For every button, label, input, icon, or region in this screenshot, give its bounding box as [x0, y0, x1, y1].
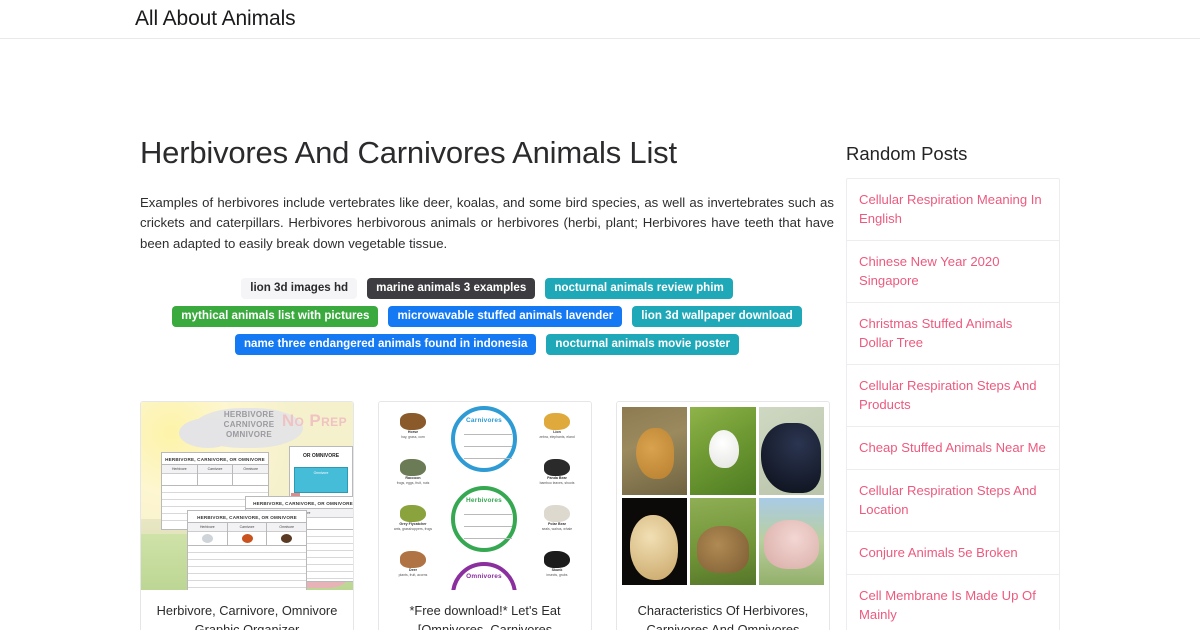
photo-white-rat: [690, 407, 756, 495]
tag-chip[interactable]: mythical animals list with pictures: [172, 306, 379, 328]
tag-chip-list: lion 3d images hd marine animals 3 exampl…: [140, 278, 834, 356]
photo-labrador-dog: [622, 497, 688, 586]
random-posts-list: Cellular Respiration Meaning In English C…: [846, 178, 1060, 630]
tag-chip[interactable]: lion 3d images hd: [241, 278, 358, 300]
site-header: All About Animals: [0, 0, 1200, 39]
herbivore-carnivore-omnivore-worksheet-thumbnail: HERBIVORE CARNIVORE OMNIVORE No Prep HERBIVO…: [141, 402, 353, 591]
card-caption: Herbivore, Carnivore, Omnivore Graphic O…: [156, 603, 338, 630]
random-post-link[interactable]: Christmas Stuffed Animals Dollar Tree: [859, 314, 1047, 352]
page-title: Herbivores And Carnivores Animals List: [140, 135, 677, 170]
card-caption: *Free download!* Let's Eat [Omnivores, C…: [409, 603, 561, 630]
page-body: Herbivores And Carnivores Animals List E…: [0, 39, 1200, 630]
card-caption: Characteristics Of Herbivores, Carnivore…: [637, 603, 809, 630]
random-post-item[interactable]: Cellular Respiration Steps And Products: [847, 365, 1059, 427]
random-post-link[interactable]: Conjure Animals 5e Broken: [859, 543, 1047, 562]
tag-chip[interactable]: lion 3d wallpaper download: [632, 306, 802, 328]
random-post-link[interactable]: Cheap Stuffed Animals Near Me: [859, 438, 1047, 457]
animal-photo-grid-thumbnail: [617, 402, 829, 591]
tag-chip[interactable]: nocturnal animals review phim: [545, 278, 733, 300]
random-post-link[interactable]: Chinese New Year 2020 Singapore: [859, 252, 1047, 290]
random-post-item[interactable]: Christmas Stuffed Animals Dollar Tree: [847, 303, 1059, 365]
tag-chip[interactable]: nocturnal animals movie poster: [546, 334, 740, 356]
photo-crow: [758, 407, 824, 495]
photo-chicken: [622, 407, 688, 495]
random-post-item[interactable]: Chinese New Year 2020 Singapore: [847, 241, 1059, 303]
photo-pigs: [758, 497, 824, 586]
random-post-item[interactable]: Cell Membrane Is Made Up Of Mainly: [847, 575, 1059, 630]
sidebar-title: Random Posts: [846, 143, 968, 164]
article-description: Examples of herbivores include vertebrat…: [140, 194, 834, 251]
image-card[interactable]: Carnivores Herbivores Omnivores Horse hay, g…: [378, 401, 592, 630]
image-card[interactable]: Characteristics Of Herbivores, Carnivore…: [616, 401, 830, 630]
tag-chip[interactable]: microwavable stuffed animals lavender: [388, 306, 623, 328]
image-card[interactable]: HERBIVORE CARNIVORE OMNIVORE No Prep HERBIVO…: [140, 401, 354, 630]
random-post-item[interactable]: Cheap Stuffed Animals Near Me: [847, 427, 1059, 470]
random-post-item[interactable]: Conjure Animals 5e Broken: [847, 532, 1059, 575]
sidebar: Random Posts Cellular Respiration Meanin…: [846, 143, 1060, 630]
tag-chip[interactable]: name three endangered animals found in i…: [234, 334, 537, 356]
random-post-link[interactable]: Cellular Respiration Steps And Products: [859, 376, 1047, 414]
site-title[interactable]: All About Animals: [135, 7, 296, 31]
random-post-link[interactable]: Cellular Respiration Meaning In English: [859, 190, 1047, 228]
related-image-cards: HERBIVORE CARNIVORE OMNIVORE No Prep HERBIVO…: [140, 401, 832, 630]
random-post-link[interactable]: Cellular Respiration Steps And Location: [859, 481, 1047, 519]
main-content: Herbivores And Carnivores Animals List E…: [140, 135, 834, 630]
lets-eat-circles-worksheet-thumbnail: Carnivores Herbivores Omnivores Horse hay, g…: [379, 402, 591, 591]
random-post-item[interactable]: Cellular Respiration Meaning In English: [847, 179, 1059, 241]
random-post-link[interactable]: Cell Membrane Is Made Up Of Mainly: [859, 586, 1047, 624]
random-post-item[interactable]: Cellular Respiration Steps And Location: [847, 470, 1059, 532]
tag-chip[interactable]: marine animals 3 examples: [367, 278, 536, 300]
photo-brown-bear: [690, 497, 756, 586]
